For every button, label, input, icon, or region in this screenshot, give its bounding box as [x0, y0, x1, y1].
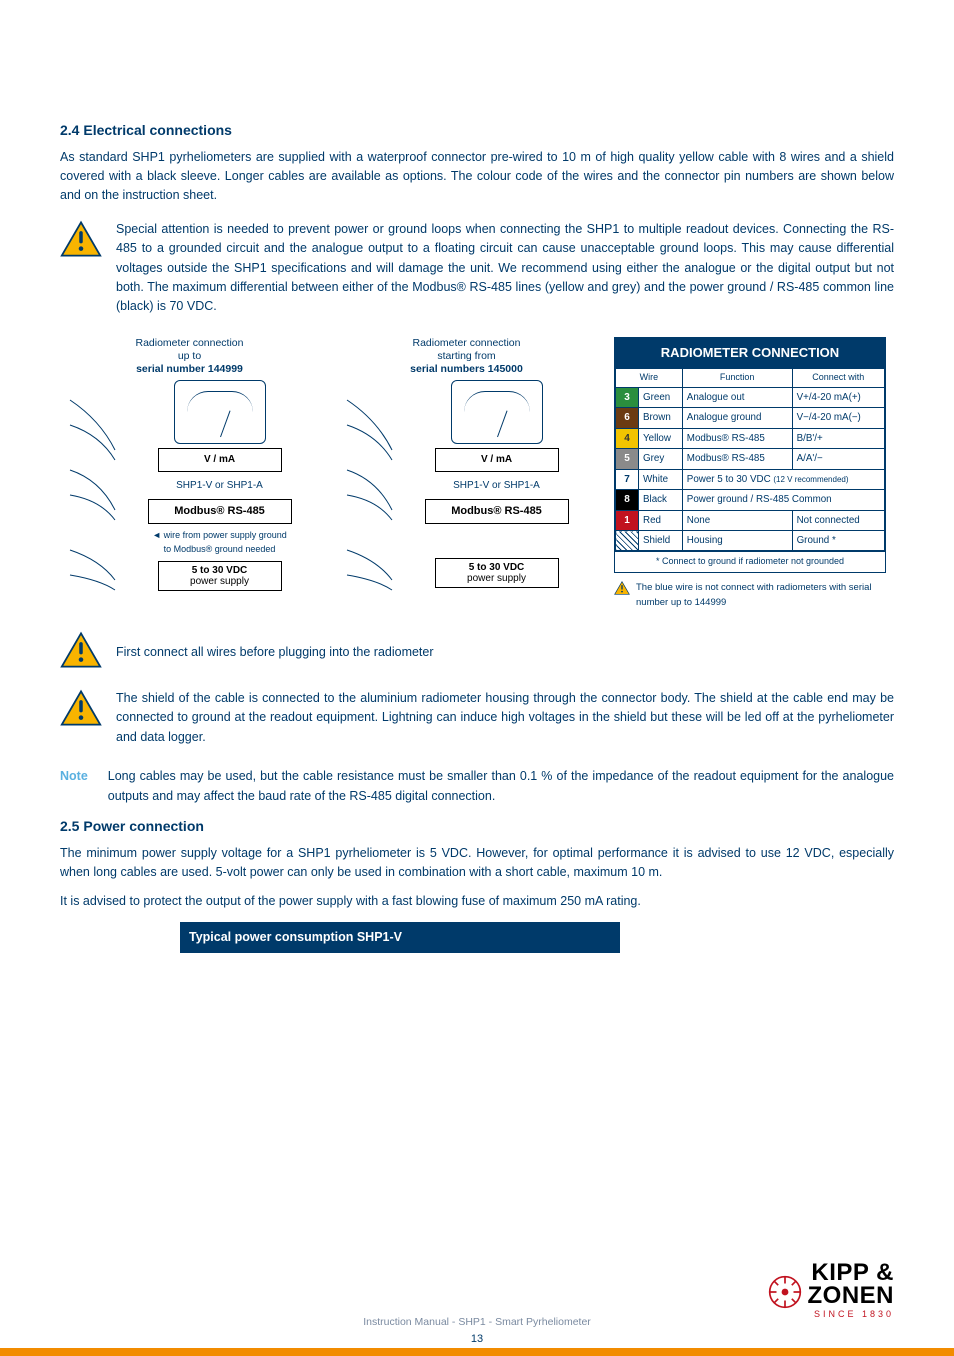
pin-number: 7 [616, 469, 639, 490]
caption-shp-right: SHP1-V or SHP1-A [453, 478, 540, 494]
warning-icon [614, 581, 630, 595]
pin-number: 1 [616, 510, 639, 531]
table-row: 8BlackPower ground / RS-485 Common [616, 490, 885, 511]
wire-color: Brown [639, 408, 683, 429]
box-psu-right: 5 to 30 VDC power supply [435, 558, 559, 588]
wire-color: Green [639, 387, 683, 408]
box-psu-left: 5 to 30 VDC power supply [158, 561, 282, 591]
note-long-cables: Long cables may be used, but the cable r… [108, 767, 894, 806]
col-connect-with: Connect with [792, 368, 884, 387]
table-row: 4YellowModbus® RS-485B/B'/+ [616, 428, 885, 449]
wire-color: Yellow [639, 428, 683, 449]
wire-function: Modbus® RS-485 [682, 428, 792, 449]
footer-accent-bar [0, 1348, 954, 1356]
power-consumption-table: Typical power consumption SHP1-V [180, 922, 620, 953]
wire-connect: V−/4-20 mA(−) [792, 408, 884, 429]
section-2-5-heading: 2.5 Power connection [60, 816, 894, 838]
logo-mark-icon [768, 1275, 802, 1309]
col-function: Function [682, 368, 792, 387]
table-row: 3GreenAnalogue outV+/4-20 mA(+) [616, 387, 885, 408]
section-2-4-heading: 2.4 Electrical connections [60, 120, 894, 142]
diagram-right-caption-3: serial numbers 145000 [337, 363, 596, 376]
table-row: 1RedNoneNot connected [616, 510, 885, 531]
wire-function: Power 5 to 30 VDC (12 V recommended) [682, 469, 884, 490]
table-row: 6BrownAnalogue groundV−/4-20 mA(−) [616, 408, 885, 429]
col-wire: Wire [616, 368, 683, 387]
section-2-5-p2: It is advised to protect the output of t… [60, 892, 894, 911]
box-modbus-left: Modbus® RS-485 [148, 499, 292, 524]
wire-color: Red [639, 510, 683, 531]
radiometer-connection-table: RADIOMETER CONNECTION Wire Function Conn… [614, 337, 886, 574]
diagram-serial-from-145000: Radiometer connection starting from seri… [337, 337, 596, 617]
footer-doc-title: Instruction Manual - SHP1 - Smart Pyrhel… [0, 1314, 954, 1330]
logo-text-2: ZONEN [808, 1285, 895, 1308]
pin-number: 4 [616, 428, 639, 449]
wire-connect: Not connected [792, 510, 884, 531]
wire-note-2: to Modbus® ground needed [164, 544, 276, 554]
wire-connect: V+/4-20 mA(+) [792, 387, 884, 408]
wire-connect: A/A'/− [792, 449, 884, 470]
blue-wire-note: The blue wire is not connect with radiom… [614, 581, 894, 610]
analogue-meter-icon [451, 380, 543, 444]
pin-number: 8 [616, 490, 639, 511]
warning-connect-first: First connect all wires before plugging … [116, 643, 894, 662]
warning-shield: The shield of the cable is connected to … [116, 689, 894, 747]
conn-table-title: RADIOMETER CONNECTION [615, 338, 885, 368]
section-2-4-intro: As standard SHP1 pyrheliometers are supp… [60, 148, 894, 206]
diagram-right-caption-1: Radiometer connection [337, 337, 596, 350]
warning-ground-loops: Special attention is needed to prevent p… [116, 220, 894, 317]
warning-icon [60, 631, 102, 675]
wires-left-icon [60, 380, 120, 630]
wire-function: Power ground / RS-485 Common [682, 490, 884, 511]
wire-function: Analogue out [682, 387, 792, 408]
wire-color: Black [639, 490, 683, 511]
wire-color: Grey [639, 449, 683, 470]
wire-function: None [682, 510, 792, 531]
pin-number: 3 [616, 387, 639, 408]
wires-right-icon [337, 380, 397, 630]
wire-function: Analogue ground [682, 408, 792, 429]
power-table-title: Typical power consumption SHP1-V [181, 922, 620, 952]
caption-shp-left: SHP1-V or SHP1-A [176, 478, 263, 494]
table-row: 7WhitePower 5 to 30 VDC (12 V recommende… [616, 469, 885, 490]
section-2-5-p1: The minimum power supply voltage for a S… [60, 844, 894, 883]
pin-number: 6 [616, 408, 639, 429]
diagram-serial-upto-144999: Radiometer connection up to serial numbe… [60, 337, 319, 617]
row-shield: Shield Housing Ground * [616, 531, 885, 551]
warning-icon [60, 689, 102, 757]
warning-icon [60, 220, 102, 327]
wire-function: Modbus® RS-485 [682, 449, 792, 470]
diagram-left-caption-1: Radiometer connection [60, 337, 319, 350]
box-modbus-right: Modbus® RS-485 [425, 499, 569, 524]
analogue-meter-icon [174, 380, 266, 444]
table-row: 5GreyModbus® RS-485A/A'/− [616, 449, 885, 470]
note-label: Note [60, 767, 88, 806]
shield-pin-icon [616, 531, 639, 551]
diagram-left-caption-2: up to [60, 350, 319, 363]
conn-table-footnote: * Connect to ground if radiometer not gr… [615, 551, 885, 572]
diagram-right-caption-2: starting from [337, 350, 596, 363]
diagram-left-caption-3: serial number 144999 [60, 363, 319, 376]
page-number: 13 [0, 1331, 954, 1348]
box-v-ma-left: V / mA [158, 448, 282, 472]
box-v-ma-right: V / mA [435, 448, 559, 472]
wire-color: White [639, 469, 683, 490]
wire-connect: B/B'/+ [792, 428, 884, 449]
wire-note-1: ◄ wire from power supply ground [152, 530, 286, 540]
pin-number: 5 [616, 449, 639, 470]
